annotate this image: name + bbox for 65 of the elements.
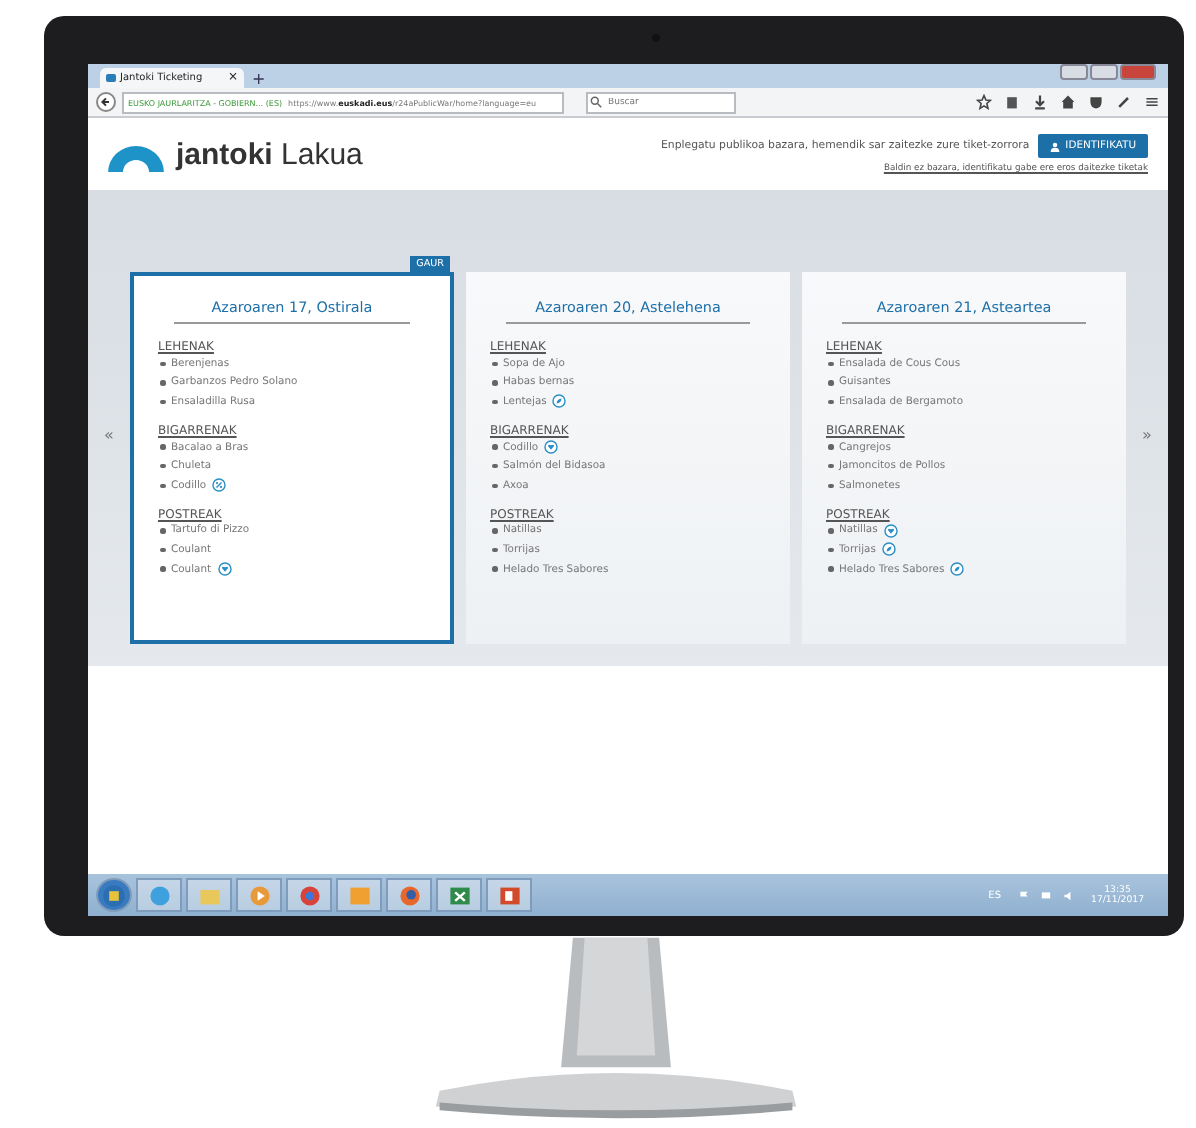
browser-icon: [297, 883, 321, 907]
leaf-icon: [950, 562, 965, 577]
user-icon: [1049, 141, 1060, 151]
taskbar-icon[interactable]: [486, 878, 532, 912]
logo-text: jantoki Lakua: [176, 137, 363, 171]
maximize-icon[interactable]: [1090, 64, 1118, 80]
download-icon[interactable]: [1032, 94, 1048, 110]
start-button[interactable]: [96, 878, 132, 912]
taskbar-icon[interactable]: [386, 878, 432, 912]
bullet-icon: [492, 444, 497, 450]
bullet-icon: [160, 361, 165, 367]
taskbar-icon[interactable]: [286, 878, 332, 912]
taskbar-icon[interactable]: [236, 878, 282, 912]
taskbar-icon[interactable]: [136, 878, 182, 912]
next-button[interactable]: »: [1138, 426, 1156, 444]
bullet-icon: [492, 528, 497, 534]
shield-icon[interactable]: [1088, 94, 1104, 110]
bullet-icon: [828, 463, 833, 469]
taskbar-icon[interactable]: [336, 878, 382, 912]
bullet-icon: [492, 463, 497, 469]
bullet-icon: [492, 547, 497, 553]
bullet-icon: [160, 528, 165, 534]
bullet-icon: [828, 528, 833, 534]
flag-icon[interactable]: [1017, 889, 1030, 901]
taskbar-icon[interactable]: [436, 878, 482, 912]
favicon-icon: [106, 74, 116, 82]
taskbar-icon[interactable]: [186, 878, 232, 912]
percent-icon: [212, 478, 227, 493]
bullet-icon: [828, 399, 833, 405]
slides-icon: [497, 883, 521, 907]
home-icon[interactable]: [1060, 94, 1076, 110]
bullet-icon: [492, 361, 497, 367]
bullet-icon: [828, 547, 833, 553]
leaf-icon: [881, 542, 896, 557]
previous-button[interactable]: «: [100, 426, 118, 444]
play-icon: [247, 883, 271, 907]
network-icon[interactable]: [1039, 889, 1052, 901]
bullet-icon: [492, 483, 497, 489]
logo-icon: [108, 145, 164, 171]
bullet-icon: [160, 463, 165, 469]
bullet-icon: [828, 566, 833, 572]
back-icon[interactable]: [96, 92, 116, 112]
bullet-icon: [828, 483, 833, 489]
bullet-icon: [160, 547, 165, 553]
bullet-icon: [828, 444, 833, 450]
minimize-icon[interactable]: [1060, 64, 1088, 80]
bullet-icon: [160, 444, 165, 450]
bullet-icon: [492, 380, 497, 386]
bullet-icon: [828, 361, 833, 367]
star-icon[interactable]: [976, 94, 992, 110]
bullet-icon: [828, 380, 833, 386]
menu-icon[interactable]: [1144, 94, 1160, 110]
bullet-icon: [492, 399, 497, 405]
bullet-icon: [160, 566, 165, 572]
volume-icon[interactable]: [1061, 889, 1074, 901]
bullet-icon: [160, 399, 165, 405]
bullet-icon: [160, 483, 165, 489]
close-icon[interactable]: [1120, 64, 1156, 80]
new-tab-button[interactable]: +: [252, 70, 266, 88]
spreadsheet-icon: [447, 883, 471, 907]
search-icon: [590, 95, 602, 107]
bullet-icon: [492, 566, 497, 572]
leaf-icon: [552, 394, 567, 409]
bullet-icon: [160, 380, 165, 386]
pen-icon[interactable]: [1116, 94, 1132, 110]
